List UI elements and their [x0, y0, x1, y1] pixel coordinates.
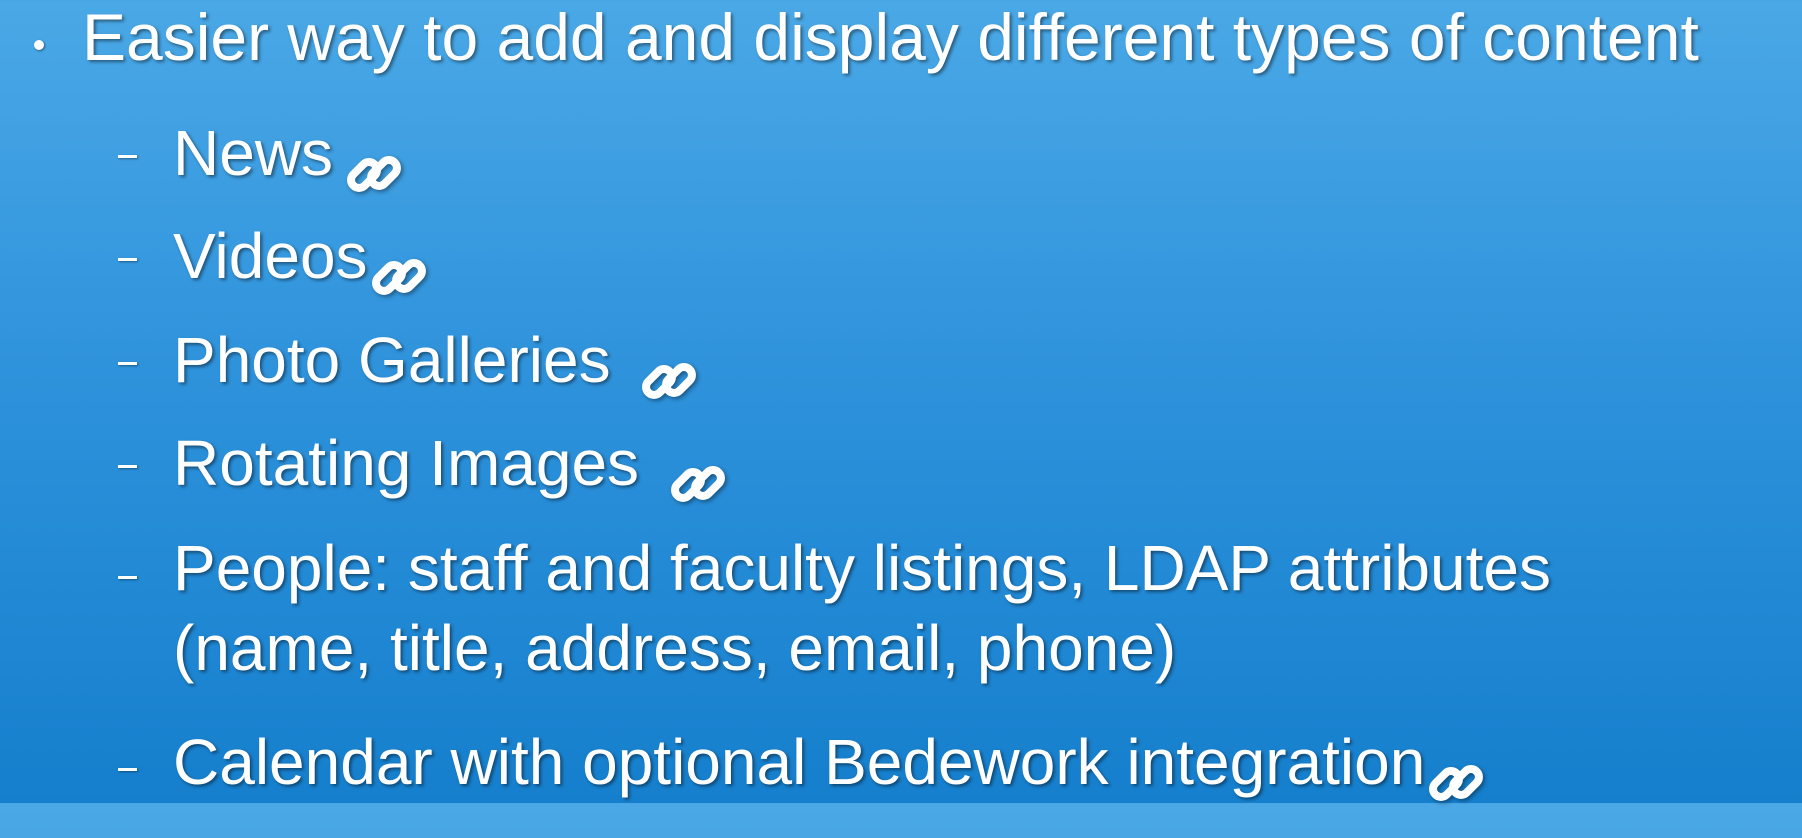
link-icon[interactable]	[343, 129, 405, 193]
list-item-rotating-images-label: Rotating Images	[173, 413, 729, 513]
dash-icon	[118, 258, 137, 261]
dash-icon	[118, 155, 137, 158]
bullet-dot-icon	[34, 40, 44, 50]
list-item-label: Videos	[173, 220, 368, 292]
link-icon[interactable]	[638, 336, 700, 400]
list-item-videos-label: Videos	[173, 206, 430, 306]
list-item-calendar-label: Calendar with optional Bedework integrat…	[173, 712, 1487, 812]
list-item-label-line2: (name, title, address, email, phone)	[173, 612, 1177, 684]
list-item-news-label: News	[173, 103, 405, 203]
dash-icon	[118, 576, 137, 579]
list-item-label-line1: People: staff and faculty listings, LDAP…	[173, 532, 1551, 604]
link-icon[interactable]	[368, 232, 430, 296]
list-item-label: Photo Galleries	[173, 324, 611, 396]
slide: Easier way to add and display different …	[0, 0, 1802, 803]
link-icon[interactable]	[1425, 738, 1487, 802]
list-item-label: Calendar with optional Bedework integrat…	[173, 726, 1426, 798]
main-bullet-text: Easier way to add and display different …	[82, 0, 1699, 74]
dash-icon	[118, 768, 137, 771]
list-item-label: News	[173, 117, 334, 189]
list-item-label: Rotating Images	[173, 427, 640, 499]
dash-icon	[118, 465, 137, 468]
list-item-people-label: People: staff and faculty listings, LDAP…	[173, 528, 1551, 688]
list-item-photo-galleries-label: Photo Galleries	[173, 310, 700, 410]
link-icon[interactable]	[667, 439, 729, 503]
dash-icon	[118, 362, 137, 365]
